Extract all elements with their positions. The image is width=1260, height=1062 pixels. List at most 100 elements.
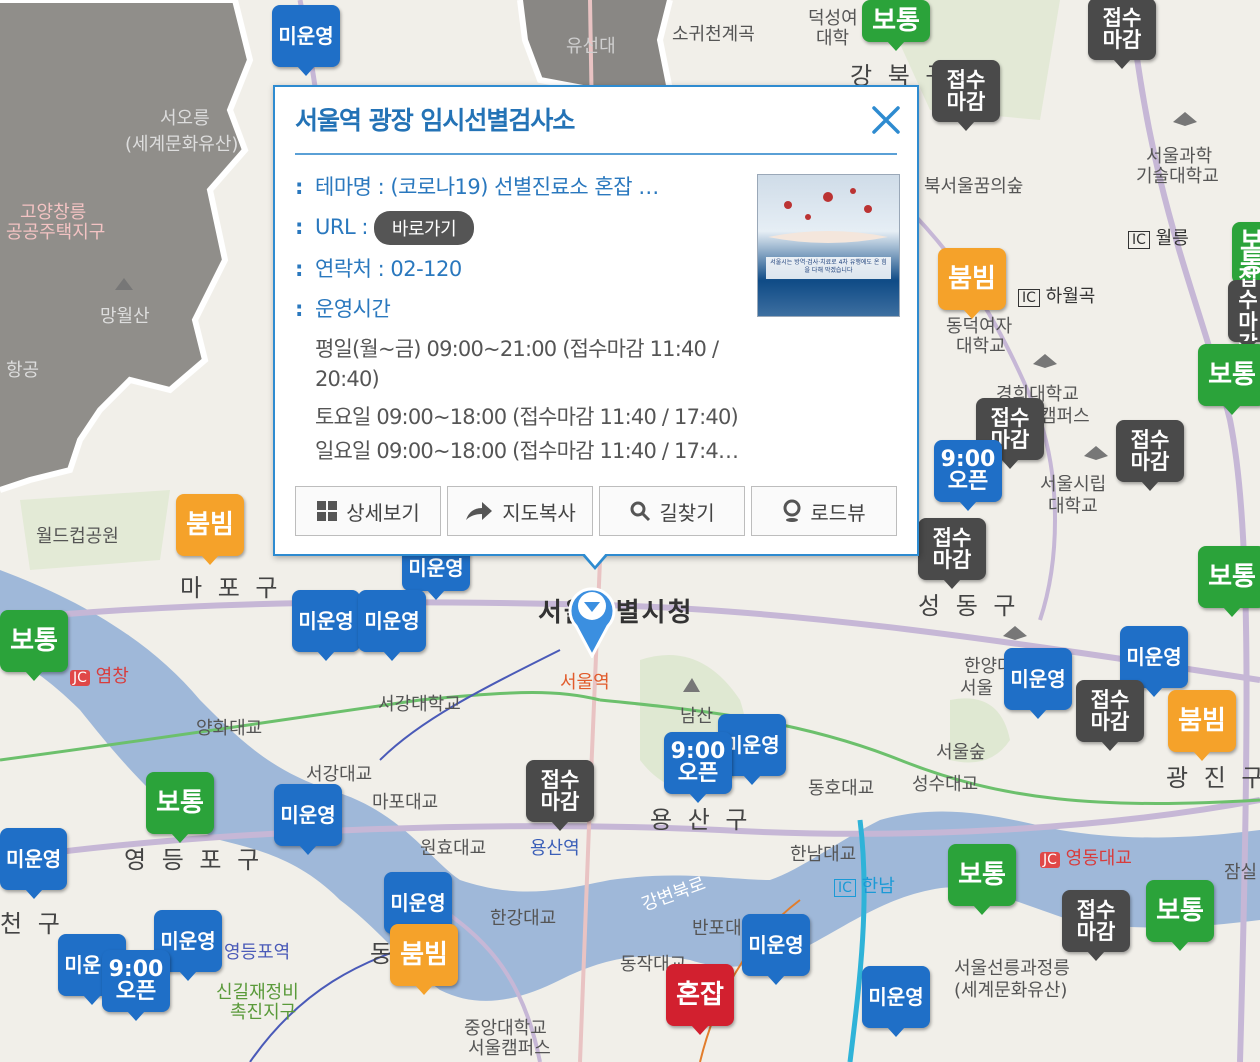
map-label: 잠실 — [1224, 862, 1258, 883]
map-label: 서강대학교 — [378, 694, 461, 715]
map-label: 하월곡 — [1045, 286, 1096, 307]
map-label: (세계문화유산) — [125, 134, 239, 155]
map-label-station: 용산역 — [530, 838, 580, 859]
popup-divider — [295, 153, 897, 155]
clinic-marker-normal[interactable]: 보통 — [862, 0, 930, 51]
clinic-marker-unoperated[interactable]: 미운영 — [358, 590, 426, 661]
clinic-marker-unoperated[interactable]: 미운영 — [1004, 648, 1072, 719]
clinic-marker-unoperated[interactable]: 미운영 — [272, 5, 340, 76]
map-label: 마포대교 — [372, 792, 439, 813]
map-label: 공공주택지구 — [6, 222, 106, 243]
clinic-marker-unoperated[interactable]: 미운영 — [0, 828, 68, 899]
map-label: 영동대교 — [1065, 848, 1132, 869]
hours-line: 일요일 09:00~18:00 (접수마감 11:40 / 17:4… — [315, 439, 739, 463]
clinic-marker-closed[interactable]: 접수마감 — [1088, 0, 1156, 69]
copy-map-button[interactable]: 지도복사 — [447, 486, 593, 536]
clinic-marker-normal[interactable]: 보통 — [1146, 880, 1214, 951]
clinic-marker-normal[interactable]: 보통 — [0, 610, 68, 681]
grid-icon — [316, 500, 338, 522]
ic-badge: IC — [1018, 289, 1040, 307]
map-label: 서강대교 — [306, 764, 373, 785]
close-icon[interactable] — [869, 103, 903, 137]
clinic-marker-open[interactable]: 9:00 오픈 — [102, 950, 170, 1021]
clinic-marker-unoperated[interactable]: 미운영 — [292, 590, 360, 661]
hours-row: : 운영시간 — [295, 293, 391, 323]
map-label-district: 성 동 구 — [918, 592, 1020, 620]
hours-line: 평일(월~금) 09:00~21:00 (접수마감 11:40 / — [315, 337, 719, 361]
map-label: 대학 — [816, 28, 850, 49]
clinic-marker-closed[interactable]: 접수마감 — [1228, 267, 1260, 355]
contact-text: 연락처 : 02-120 — [315, 257, 462, 281]
clinic-marker-closed[interactable]: 접수마감 — [932, 60, 1000, 131]
map-label: 유선대 — [566, 36, 616, 57]
map-label: 한남 — [861, 876, 895, 897]
map-label: 항공 — [6, 360, 40, 381]
jc-badge: JC — [1040, 852, 1060, 868]
clinic-marker-closed[interactable]: 접수마감 — [918, 518, 986, 589]
hours-line: 토요일 09:00~18:00 (접수마감 11:40 / 17:40) — [315, 405, 739, 429]
clinic-marker-closed[interactable]: 접수마감 — [1116, 420, 1184, 491]
map-label-station: 서울역 — [560, 672, 610, 693]
selected-location-pin[interactable] — [562, 578, 622, 658]
hours-line: 20:40) — [315, 367, 380, 391]
map-label: 양화대교 — [196, 718, 263, 739]
jc-badge: JC — [70, 670, 90, 686]
map-label: 망월산 — [100, 306, 150, 327]
clinic-marker-normal[interactable]: 보통 — [948, 844, 1016, 915]
clinic-marker-unoperated[interactable]: 미운영 — [742, 914, 810, 985]
hours-label: 운영시간 — [315, 297, 391, 321]
clinic-marker-empty[interactable]: 붐빔 — [390, 924, 458, 995]
map-label-district: 광 진 구 — [1166, 764, 1260, 792]
url-label: URL : — [315, 215, 368, 239]
clinic-marker-crowded[interactable]: 혼잡 — [666, 964, 734, 1035]
map-label: 기술대학교 — [1136, 166, 1219, 187]
search-icon — [629, 500, 651, 522]
map-label: 한남대교 — [790, 844, 857, 865]
map-label: 대학교 — [956, 336, 1006, 357]
map-label: (세계문화유산) — [954, 980, 1068, 1001]
popup-title: 서울역 광장 임시선별검사소 — [295, 106, 575, 135]
clinic-marker-unoperated[interactable]: 미운영 — [1120, 626, 1188, 697]
ic-badge: IC — [834, 879, 856, 897]
map-label: 북서울꿈의숲 — [924, 176, 1024, 197]
clinic-marker-empty[interactable]: 붐빔 — [938, 248, 1006, 319]
clinic-marker-normal[interactable]: 보통 — [1198, 546, 1260, 617]
clinic-marker-empty[interactable]: 붐빔 — [176, 494, 244, 565]
map-label-district: 천 구 — [0, 910, 64, 938]
map-label-district: 마 포 구 — [180, 574, 282, 602]
detail-view-button[interactable]: 상세보기 — [295, 486, 441, 536]
bullet-icon: : — [295, 257, 303, 281]
map-label: 원효대교 — [420, 838, 487, 859]
location-pin-icon — [782, 499, 802, 523]
thumbnail-caption: 서울시는 방역·검사·치료로 4차 유행에도 온 힘을 다해 막겠습니다 — [770, 259, 887, 274]
theme-text: 테마명 : (코로나19) 선별진료소 혼잡 … — [315, 175, 659, 199]
bullet-icon: : — [295, 215, 303, 239]
map-label: 한강대교 — [490, 908, 557, 929]
find-route-button[interactable]: 길찾기 — [599, 486, 745, 536]
clinic-marker-open[interactable]: 9:00 오픈 — [934, 440, 1002, 511]
clinic-marker-closed[interactable]: 접수마감 — [526, 760, 594, 831]
location-thumbnail[interactable]: 서울시는 방역·검사·치료로 4차 유행에도 온 힘을 다해 막겠습니다 — [757, 174, 900, 317]
roadview-button[interactable]: 로드뷰 — [751, 486, 897, 536]
map-label: 서오릉 — [160, 108, 210, 129]
map-label: 동호대교 — [808, 778, 875, 799]
map-label: 남산 — [680, 706, 714, 727]
clinic-marker-normal[interactable]: 보통 — [1198, 344, 1260, 415]
location-info-popup: 서울역 광장 임시선별검사소 : 테마명 : (코로나19) 선별진료소 혼잡 …… — [273, 85, 919, 570]
map-label: 성수대교 — [912, 774, 979, 795]
clinic-marker-closed[interactable]: 접수마감 — [1076, 680, 1144, 751]
map-label: 캠퍼스 — [1040, 406, 1090, 427]
clinic-marker-unoperated[interactable]: 미운영 — [274, 784, 342, 855]
map-label: 월릉 — [1155, 228, 1189, 249]
clinic-marker-normal[interactable]: 보통 — [146, 772, 214, 843]
clinic-marker-closed[interactable]: 접수마감 — [1062, 890, 1130, 961]
map-label: 촉진지구 — [230, 1002, 297, 1023]
share-arrow-icon — [464, 500, 494, 522]
bullet-icon: : — [295, 175, 303, 199]
map-label-district: 용 산 구 — [650, 806, 752, 834]
clinic-marker-unoperated[interactable]: 미운영 — [862, 966, 930, 1037]
clinic-marker-empty[interactable]: 붐빔 — [1168, 690, 1236, 761]
url-row: : URL : 바로가기 — [295, 211, 475, 245]
clinic-marker-open[interactable]: 9:00 오픈 — [664, 732, 732, 803]
url-shortcut-button[interactable]: 바로가기 — [373, 211, 475, 245]
